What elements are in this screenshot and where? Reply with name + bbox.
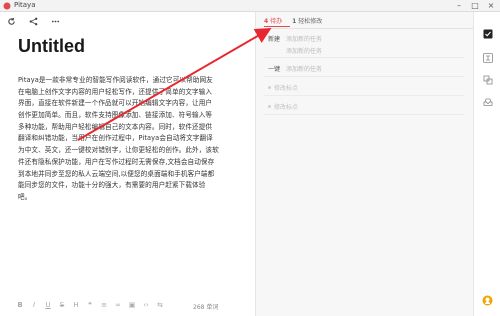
body-line: 界面，直接在软件新建一个作品就可以开始编辑文字内容，让用户 [18,99,213,108]
body-line: 能同步您的文件，功能十分的强大，有需要的用户赶紧下载体验 [18,181,206,190]
checklist-icon[interactable] [482,28,493,39]
task-row[interactable]: 新建 添加新的任务 [264,34,464,44]
bold-icon[interactable]: B [16,301,24,309]
tab-label: 待办 [270,18,283,25]
divider [264,114,464,115]
window-titlebar: Pitaya – □ × [0,0,500,12]
refresh-icon[interactable] [6,16,16,26]
tab-count: 1 [292,18,297,25]
editor-pane: Untitled Pitaya是一款非常专业的智能写作阅读软件，通过它可以帮助网… [0,12,255,316]
quote-icon[interactable]: ❝ [86,301,94,309]
image-icon[interactable]: ▣ [128,301,136,309]
task-row[interactable]: 一键 添加新的任务 [264,64,464,74]
task-input[interactable]: 添加新的任务 [286,46,322,55]
divider [264,76,464,77]
task-row[interactable]: 修改标点 [264,102,464,112]
body-line: 创作更加简单。而且，软件支持图像添加、链接添加、符号输入等 [18,111,213,120]
right-icon-rail [473,12,500,316]
divider [264,57,464,58]
task-input[interactable]: 修改标点 [274,102,298,111]
tab-count: 4 [264,18,269,25]
active-tab-indicator [264,26,290,27]
task-input[interactable]: 添加新的任务 [286,34,322,43]
body-line: 为中文、英文，还一键校对错别字，让你更轻松的创作。此外，该软 [18,146,219,155]
list-icon[interactable]: ≡ [100,301,108,309]
more-icon[interactable] [50,16,60,26]
document-title[interactable]: Untitled [18,36,85,57]
translate-icon[interactable] [482,52,493,63]
task-title: 新建 [268,36,281,43]
code-icon[interactable]: ‹› [142,301,150,309]
italic-icon[interactable]: I [30,301,38,309]
body-line: Pitaya是一款非常专业的智能写作阅读软件，通过它可以帮助网友 [18,76,213,84]
heading-icon[interactable]: H [72,301,80,309]
share-icon[interactable] [28,16,38,26]
translate-icon[interactable]: ⇆ [156,301,164,309]
inbox-icon[interactable] [482,96,493,107]
panel-tabs: 4 待办 1 轻松修改 [264,16,322,25]
format-toolbar: B I U S H ❝ ≡ ∞ ▣ ‹› ⇆ [16,300,164,310]
task-row[interactable]: 添加新的任务 [264,46,464,56]
task-input[interactable]: 修改标点 [274,83,298,92]
minimize-button[interactable]: – [452,0,466,12]
bullet-icon [268,86,271,89]
task-panel: 4 待办 1 轻松修改 新建 添加新的任务 添加新的任务 一键 添加新的任务 修… [256,12,473,316]
task-title: 一键 [268,66,281,73]
tab-label: 轻松修改 [298,18,323,25]
body-line: 在电脑上创作文字内容的用户轻松写作，还提供了简单的文字输入 [18,87,213,96]
body-line: 多种功能，帮助用户轻松编辑自己的文本内容。同时，软件还提供 [18,122,213,131]
word-count: 268 单词 [193,304,219,311]
tab-revise[interactable]: 1 轻松修改 [292,16,322,25]
task-row[interactable]: 修改标点 [264,83,464,93]
editor-top-toolbar [6,15,60,27]
underline-icon[interactable]: U [44,301,52,309]
link-icon[interactable]: ∞ [114,301,122,309]
task-input[interactable]: 添加新的任务 [286,64,322,73]
correct-icon[interactable] [482,74,493,85]
body-line: 翻译和纠错功能，当用户在创作过程中，Pitaya会自动将文字翻译 [18,134,213,143]
badge-icon[interactable] [482,295,493,306]
bullet-icon [268,105,271,108]
tab-todo[interactable]: 4 待办 [264,16,282,25]
divider [264,95,464,96]
body-line: 件还有隐私保护功能，用户在写作过程时无需保存,文档会自动保存 [18,157,215,166]
maximize-button[interactable]: □ [468,0,482,12]
window-title: Pitaya [14,1,36,9]
close-button[interactable]: × [484,0,498,12]
strikethrough-icon[interactable]: S [58,301,66,309]
document-body[interactable]: Pitaya是一款非常专业的智能写作阅读软件，通过它可以帮助网友 在电脑上创作文… [18,75,240,204]
divider [256,28,473,29]
app-logo-icon [3,2,11,10]
body-line: 到本地并同步至您的私人云端空间,以便您的桌面端和手机客户端都 [18,169,215,178]
body-line: 吧。 [18,192,32,201]
